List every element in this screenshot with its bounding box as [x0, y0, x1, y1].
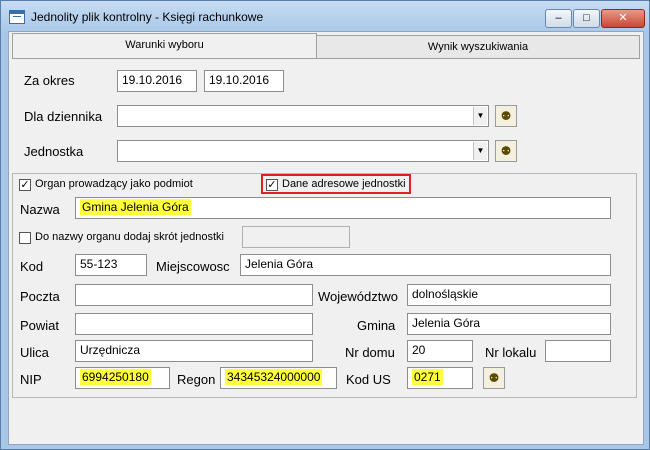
okres-od-field[interactable]: 19.10.2016	[117, 70, 197, 92]
kod-us-label: Kod US	[346, 372, 391, 387]
nip-label: NIP	[20, 372, 42, 387]
nr-domu-field[interactable]: 20	[407, 340, 473, 362]
ulica-field[interactable]: Urzędnicza	[75, 340, 313, 362]
gmina-field[interactable]: Jelenia Góra	[407, 313, 611, 335]
nip-field[interactable]: 6994250180	[75, 367, 170, 389]
kod-label: Kod	[20, 259, 44, 274]
nr-lokalu-field[interactable]	[545, 340, 611, 362]
gmina-label: Gmina	[357, 318, 396, 333]
miejscowosc-label: Miejscowosc	[156, 259, 230, 274]
organ-checkbox-label: Organ prowadzący jako podmiot	[35, 178, 193, 190]
wojewodztwo-field[interactable]: dolnośląskie	[407, 284, 611, 306]
window-title: Jednolity plik kontrolny - Księgi rachun…	[31, 10, 264, 24]
nip-value: 6994250180	[80, 369, 151, 385]
regon-field[interactable]: 34345324000000	[220, 367, 337, 389]
poczta-label: Poczta	[20, 289, 60, 304]
regon-value: 34345324000000	[225, 369, 323, 385]
binoculars-icon[interactable]: ⚉	[495, 105, 517, 127]
miejscowosc-field[interactable]: Jelenia Góra	[240, 254, 611, 276]
skrot-checkbox[interactable]	[19, 232, 31, 244]
maximize-button[interactable]: □	[573, 9, 600, 28]
dropdown-arrow-icon[interactable]: ▼	[473, 142, 487, 160]
client-area: Warunki wyboru Wynik wyszukiwania Za okr…	[8, 31, 644, 445]
dziennik-combo[interactable]: ▼	[117, 105, 489, 127]
kod-us-field[interactable]: 0271	[407, 367, 473, 389]
dane-adresowe-checkbox[interactable]: ✓	[266, 179, 278, 191]
kod-field[interactable]: 55-123	[75, 254, 147, 276]
close-button[interactable]: ✕	[601, 9, 645, 28]
nazwa-field[interactable]: Gmina Jelenia Góra	[75, 197, 611, 219]
jednostka-combo[interactable]: ▼	[117, 140, 489, 162]
nazwa-value: Gmina Jelenia Góra	[80, 199, 191, 215]
okres-label: Za okres	[24, 73, 75, 88]
app-icon	[9, 10, 25, 24]
nr-domu-label: Nr domu	[345, 345, 395, 360]
dziennik-label: Dla dziennika	[24, 109, 103, 124]
okres-do-field[interactable]: 19.10.2016	[204, 70, 284, 92]
binoculars-icon[interactable]: ⚉	[495, 140, 517, 162]
poczta-field[interactable]	[75, 284, 313, 306]
tab-wynik-wyszukiwania[interactable]: Wynik wyszukiwania	[316, 35, 640, 58]
regon-label: Regon	[177, 372, 216, 387]
ulica-label: Ulica	[20, 345, 49, 360]
skrot-checkbox-label: Do nazwy organu dodaj skrót jednostki	[35, 231, 224, 243]
tab-warunki-wyboru[interactable]: Warunki wyboru	[12, 33, 317, 58]
kod-us-value: 0271	[412, 369, 443, 385]
dane-adresowe-label: Dane adresowe jednostki	[282, 178, 406, 190]
wojewodztwo-label: Województwo	[318, 289, 398, 304]
nazwa-label: Nazwa	[20, 202, 60, 217]
powiat-label: Powiat	[20, 318, 60, 333]
skrot-field	[242, 226, 350, 248]
minimize-button[interactable]: –	[545, 9, 572, 28]
organ-checkbox[interactable]: ✓	[19, 179, 31, 191]
binoculars-icon[interactable]: ⚉	[483, 367, 505, 389]
jednostka-label: Jednostka	[24, 144, 84, 159]
app-window: Jednolity plik kontrolny - Księgi rachun…	[0, 0, 650, 450]
tab-divider	[12, 58, 640, 59]
powiat-field[interactable]	[75, 313, 313, 335]
title-bar[interactable]: Jednolity plik kontrolny - Księgi rachun…	[1, 1, 649, 31]
dropdown-arrow-icon[interactable]: ▼	[473, 107, 487, 125]
nr-lokalu-label: Nr lokalu	[485, 345, 537, 360]
